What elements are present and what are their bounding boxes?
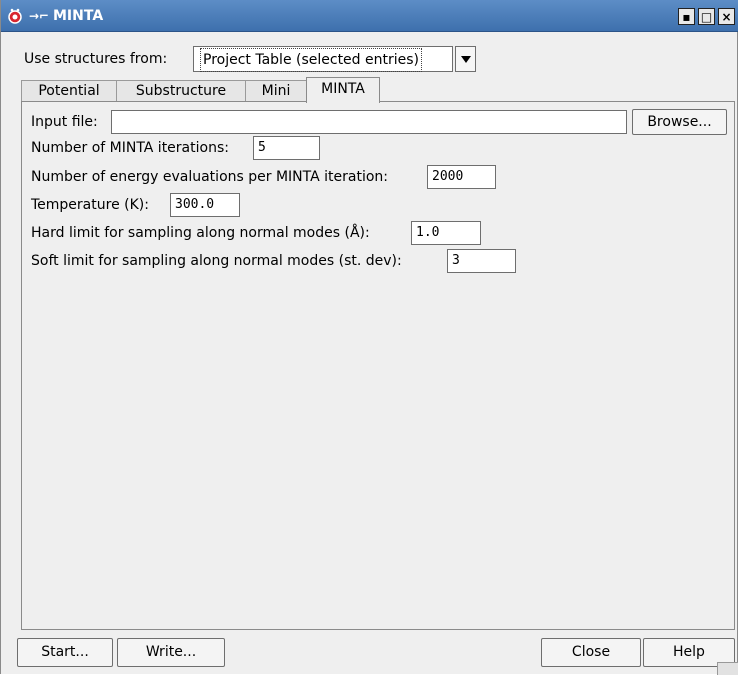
temperature-value: 300.0: [175, 197, 215, 212]
structures-source-select[interactable]: Project Table (selected entries): [193, 46, 476, 72]
chevron-down-icon: [461, 56, 471, 63]
tab-label: Potential: [38, 83, 100, 99]
window-title: MINTA: [53, 8, 104, 24]
close-button[interactable]: Close: [541, 638, 641, 667]
input-file-field[interactable]: [111, 110, 627, 134]
evaluations-label: Number of energy evaluations per MINTA i…: [31, 169, 388, 185]
structures-source-dropdown-button[interactable]: [455, 46, 476, 72]
write-button-label: Write...: [145, 644, 197, 660]
tab-mini[interactable]: Mini: [245, 80, 307, 102]
tab-minta[interactable]: MINTA: [306, 77, 380, 103]
structures-source-value: Project Table (selected entries): [200, 48, 423, 72]
iterations-field[interactable]: 5: [253, 136, 320, 160]
hard-limit-label: Hard limit for sampling along normal mod…: [31, 225, 370, 241]
browse-button-label: Browse...: [647, 114, 712, 130]
hard-limit-field[interactable]: 1.0: [411, 221, 481, 245]
minimize-button[interactable]: ▪: [678, 8, 695, 25]
help-button-label: Help: [673, 644, 705, 660]
maximize-button[interactable]: □: [698, 8, 715, 25]
tab-substructure[interactable]: Substructure: [116, 80, 246, 102]
soft-limit-label: Soft limit for sampling along normal mod…: [31, 253, 402, 269]
close-window-button[interactable]: ×: [718, 8, 735, 25]
minta-window: →⌐ MINTA ▪ □ × Use structures from: Proj…: [0, 0, 738, 675]
write-button[interactable]: Write...: [117, 638, 225, 667]
soft-limit-field[interactable]: 3: [447, 249, 516, 273]
browse-button[interactable]: Browse...: [632, 109, 727, 135]
temperature-field[interactable]: 300.0: [170, 193, 240, 217]
maximize-icon: □: [700, 9, 713, 24]
start-button[interactable]: Start...: [17, 638, 113, 667]
input-file-label: Input file:: [31, 114, 98, 130]
evaluations-field[interactable]: 2000: [427, 165, 496, 189]
minimize-icon: ▪: [682, 9, 691, 24]
app-icon[interactable]: [7, 8, 23, 24]
pin-icon[interactable]: →⌐: [29, 8, 49, 24]
hard-limit-value: 1.0: [416, 225, 440, 240]
tab-potential[interactable]: Potential: [21, 80, 117, 102]
tab-label: MINTA: [321, 81, 365, 97]
resize-grip[interactable]: [717, 662, 738, 675]
tab-label: Mini: [261, 83, 291, 99]
iterations-label: Number of MINTA iterations:: [31, 140, 229, 156]
evaluations-value: 2000: [432, 169, 464, 184]
structures-source-value-box[interactable]: Project Table (selected entries): [193, 46, 453, 72]
start-button-label: Start...: [41, 644, 89, 660]
temperature-label: Temperature (K):: [31, 197, 149, 213]
close-button-label: Close: [571, 644, 611, 660]
title-bar[interactable]: →⌐ MINTA ▪ □ ×: [1, 0, 738, 32]
close-icon: ×: [721, 9, 732, 24]
tab-label: Substructure: [135, 83, 227, 99]
iterations-value: 5: [258, 140, 266, 155]
soft-limit-value: 3: [452, 253, 460, 268]
use-structures-label: Use structures from:: [24, 51, 168, 67]
